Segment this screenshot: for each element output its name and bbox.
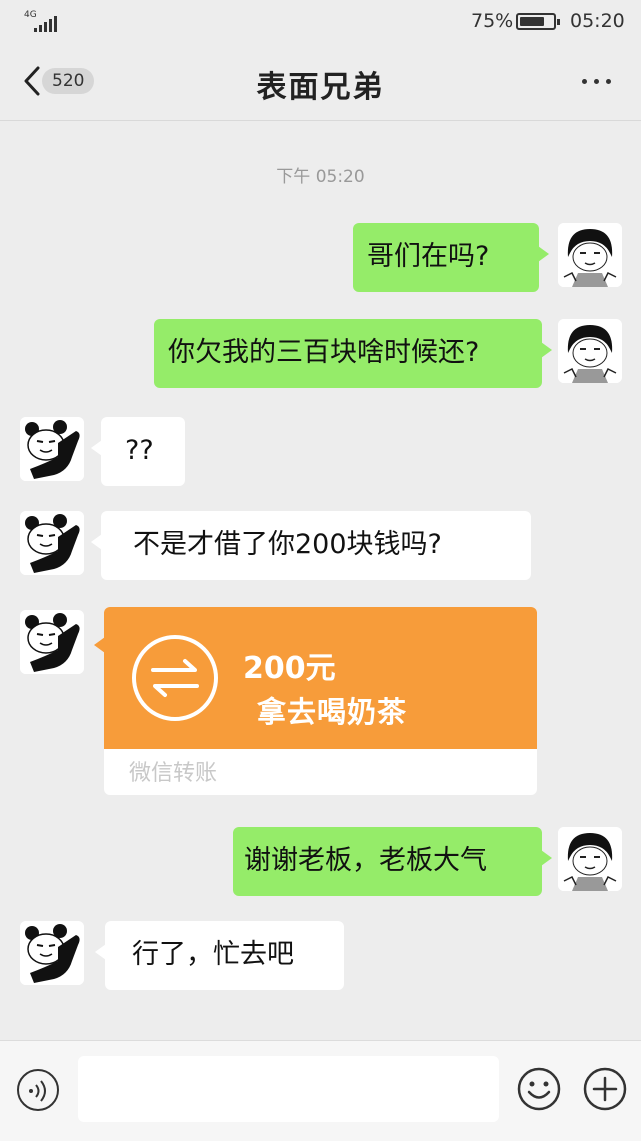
message-input[interactable] — [78, 1056, 499, 1122]
message-bubble[interactable]: 不是才借了你200块钱吗? — [91, 511, 531, 580]
transfer-footer: 微信转账 — [129, 761, 218, 786]
chat-timestamp: 下午 05:20 — [276, 167, 365, 187]
signal-icon: 4G — [22, 10, 62, 32]
more-dots-icon — [582, 79, 587, 84]
transfer-note: 拿去喝奶茶 — [257, 695, 408, 729]
transfer-amount: 200元 — [243, 651, 336, 686]
plus-icon — [583, 1067, 627, 1111]
avatar[interactable] — [20, 511, 84, 575]
emoji-icon — [517, 1067, 561, 1111]
avatar[interactable] — [20, 610, 84, 674]
voice-button[interactable] — [17, 1069, 59, 1111]
avatar[interactable] — [20, 417, 84, 481]
input-bar — [0, 1040, 641, 1141]
message-text: 谢谢老板，老板大气 — [244, 845, 487, 876]
message-bubble[interactable]: 哥们在吗? — [353, 223, 549, 292]
avatar[interactable] — [20, 921, 84, 985]
avatar[interactable] — [558, 827, 622, 891]
battery-icon — [516, 13, 560, 30]
message-bubble[interactable]: 你欠我的三百块啥时候还? — [154, 319, 552, 388]
message-text: ?? — [125, 435, 154, 466]
transfer-arrows-icon — [132, 635, 218, 721]
message-bubble[interactable]: 行了，忙去吧 — [95, 921, 344, 990]
status-bar: 4G 75% 05:20 — [0, 0, 641, 44]
battery-percent: 75% — [471, 10, 514, 32]
message-text: 行了，忙去吧 — [132, 939, 294, 970]
status-time: 05:20 — [570, 10, 625, 32]
message-text: 哥们在吗? — [367, 241, 490, 272]
message-text: 你欠我的三百块啥时候还? — [168, 337, 480, 368]
chat-title: 表面兄弟 — [256, 70, 385, 105]
transfer-card[interactable]: 200元 拿去喝奶茶 微信转账 — [104, 607, 537, 795]
emoji-button[interactable] — [517, 1067, 561, 1111]
avatar[interactable] — [558, 319, 622, 383]
voice-icon — [29, 1080, 46, 1102]
message-bubble[interactable]: ?? — [91, 417, 185, 486]
message-bubble[interactable]: 谢谢老板，老板大气 — [233, 827, 552, 896]
network-type: 4G — [24, 10, 37, 20]
plus-button[interactable] — [583, 1067, 627, 1111]
more-button[interactable] — [580, 76, 614, 88]
avatar[interactable] — [558, 223, 622, 287]
chat-header: 520 表面兄弟 — [0, 44, 641, 121]
message-text: 不是才借了你200块钱吗? — [133, 529, 442, 560]
